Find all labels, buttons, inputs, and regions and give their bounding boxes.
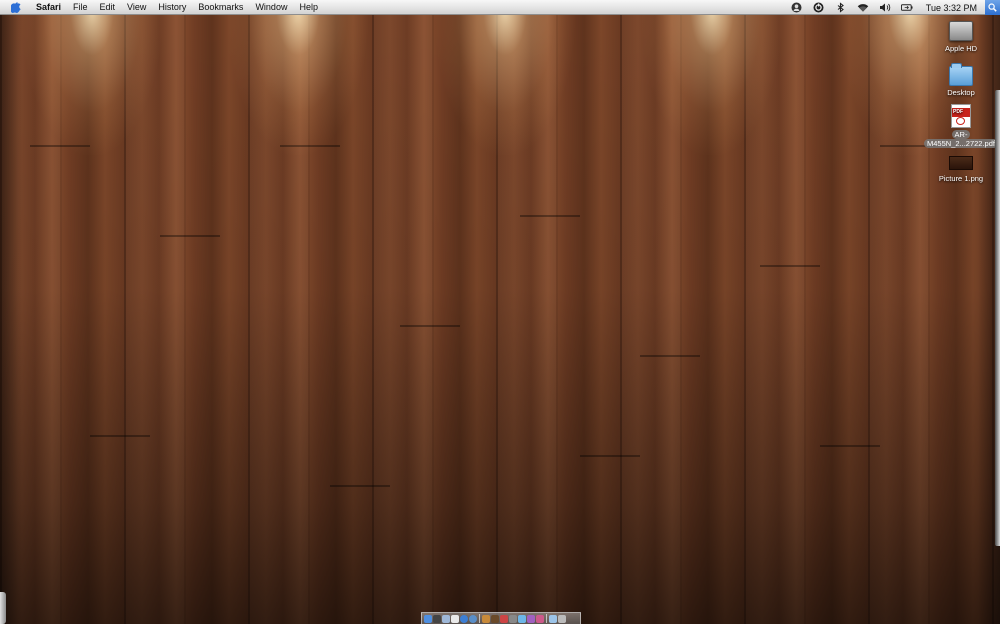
folder-icon (949, 62, 973, 86)
apple-icon[interactable] (11, 1, 21, 13)
plank-seam (760, 265, 820, 267)
mail-icon[interactable] (442, 614, 450, 623)
ical-icon[interactable] (451, 614, 459, 623)
plank-seam (30, 145, 90, 147)
itunes-icon[interactable] (469, 614, 477, 623)
dock-separator (479, 614, 480, 623)
user-icon[interactable] (791, 2, 803, 13)
finder-icon[interactable] (424, 614, 432, 623)
menu-file[interactable]: File (67, 0, 94, 15)
plank-seam (820, 445, 880, 447)
desktop-icon-desktop-folder[interactable]: Desktop (926, 62, 996, 97)
plank-seam (160, 235, 220, 237)
dock (421, 612, 581, 624)
desktop-icon-label-line2: M455N_2...2722.pdf (924, 139, 998, 148)
app-store-icon[interactable] (491, 614, 499, 623)
dashboard-icon[interactable] (433, 614, 441, 623)
battery-icon[interactable] (900, 2, 913, 13)
desktop-icon-label: Picture 1.png (938, 174, 984, 183)
plank-seam (90, 435, 150, 437)
terminal-icon[interactable] (518, 614, 526, 623)
menu-safari[interactable]: Safari (30, 0, 67, 15)
menu-window[interactable]: Window (249, 0, 293, 15)
desktop-wallpaper[interactable] (0, 15, 1000, 624)
trash-icon[interactable] (558, 614, 566, 623)
desktop-icon-label: Apple HD (944, 44, 978, 53)
hard-drive-icon (949, 18, 973, 42)
desktop-icon-label-line1: AR- (951, 130, 971, 139)
safari-icon[interactable] (460, 614, 468, 623)
magnifier-icon[interactable] (985, 0, 1000, 15)
menu-clock[interactable]: Tue 3:32 PM (926, 3, 977, 13)
stack-icon[interactable] (536, 614, 544, 623)
menu-help[interactable]: Help (293, 0, 324, 15)
wall-spotlight (435, 15, 575, 155)
downloads-icon[interactable] (527, 614, 535, 623)
status-menus: Tue 3:32 PM (786, 0, 1000, 15)
plank-seam (640, 355, 700, 357)
sync-icon[interactable] (813, 2, 825, 13)
documents-icon[interactable] (549, 614, 557, 623)
wifi-icon[interactable] (857, 2, 869, 13)
desktop-icon-apple-hd[interactable]: Apple HD (926, 18, 996, 53)
wall-spotlight (228, 15, 368, 155)
plank-seam (580, 455, 640, 457)
menu-bookmarks[interactable]: Bookmarks (192, 0, 249, 15)
menu-bar: Safari File Edit View History Bookmarks … (0, 0, 1000, 15)
plank-seam (280, 145, 340, 147)
plank-seam (330, 485, 390, 487)
dock-separator (546, 614, 547, 623)
desktop-icon-label: Desktop (947, 88, 975, 97)
iphoto-icon[interactable] (482, 614, 490, 623)
menu-history[interactable]: History (152, 0, 192, 15)
desktop-icon-picture[interactable]: Picture 1.png (926, 148, 996, 183)
image-file-icon (949, 148, 973, 172)
bluetooth-icon[interactable] (835, 2, 847, 13)
wall-spotlight (642, 15, 782, 155)
window-edge-right[interactable] (995, 90, 1000, 546)
menu-view[interactable]: View (121, 0, 152, 15)
window-edge-left[interactable] (0, 592, 6, 624)
desktop-icon-pdf-file[interactable]: PDF AR- M455N_2...2722.pdf (922, 104, 1000, 148)
menu-edit[interactable]: Edit (94, 0, 122, 15)
volume-icon[interactable] (879, 2, 891, 13)
wall-spotlight (22, 15, 162, 155)
plank-seam (400, 325, 460, 327)
pdf-icon: PDF (949, 104, 973, 128)
preview-icon[interactable] (500, 614, 508, 623)
system-prefs-icon[interactable] (509, 614, 517, 623)
plank-seam (520, 215, 580, 217)
